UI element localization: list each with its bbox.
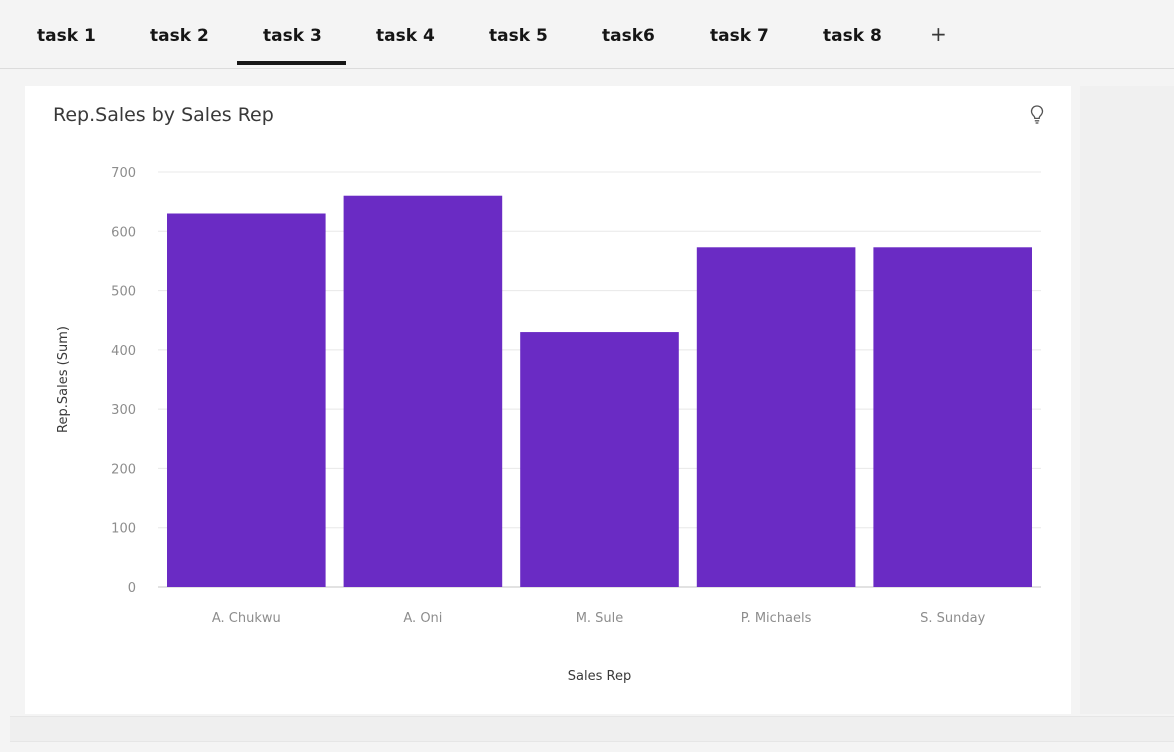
plus-icon[interactable]: +	[930, 22, 947, 46]
bar	[167, 213, 326, 587]
x-tick-label: M. Sule	[576, 611, 624, 626]
tab-task-3[interactable]: task 3	[237, 26, 346, 66]
y-tick-label: 200	[111, 462, 136, 477]
chart-card: Rep.Sales by Sales Rep 0 100 200 300 400 500 6…	[25, 86, 1071, 714]
bar	[520, 332, 679, 587]
x-axis-title: Sales Rep	[568, 669, 631, 684]
side-panel	[1080, 86, 1174, 714]
y-tick-label: 500	[111, 285, 136, 300]
y-tick-label: 0	[128, 581, 136, 596]
bar	[873, 247, 1032, 588]
tab-task-8[interactable]: task 8	[823, 26, 882, 66]
bar	[696, 247, 856, 588]
tab-task-4[interactable]: task 4	[376, 26, 435, 66]
tab-task-5[interactable]: task 5	[489, 26, 548, 66]
y-axis-title: Rep.Sales (Sum)	[56, 326, 71, 433]
y-tick-label: 600	[111, 225, 136, 240]
y-tick-label: 100	[111, 522, 136, 537]
y-tick-label: 300	[111, 403, 136, 418]
bar-chart: 0 100 200 300 400 500 600 700 A. Chukwu A. Oni M. …	[56, 166, 1041, 684]
bar	[343, 195, 503, 587]
tab-task-6[interactable]: task6	[602, 26, 655, 66]
y-tick-label: 400	[111, 344, 136, 359]
tab-task-7[interactable]: task 7	[710, 26, 769, 66]
tab-task-1[interactable]: task 1	[37, 26, 96, 66]
tab-bar: task 1 task 2 task 3 task 4 task 5 task6…	[0, 0, 1174, 69]
x-tick-label: S. Sunday	[920, 611, 985, 626]
tab-task-2[interactable]: task 2	[150, 26, 209, 66]
x-tick-label: A. Chukwu	[212, 611, 281, 626]
x-tick-label: A. Oni	[403, 611, 442, 626]
x-tick-label: P. Michaels	[741, 611, 812, 626]
footer-strip	[10, 716, 1174, 742]
y-tick-label: 700	[111, 166, 136, 181]
